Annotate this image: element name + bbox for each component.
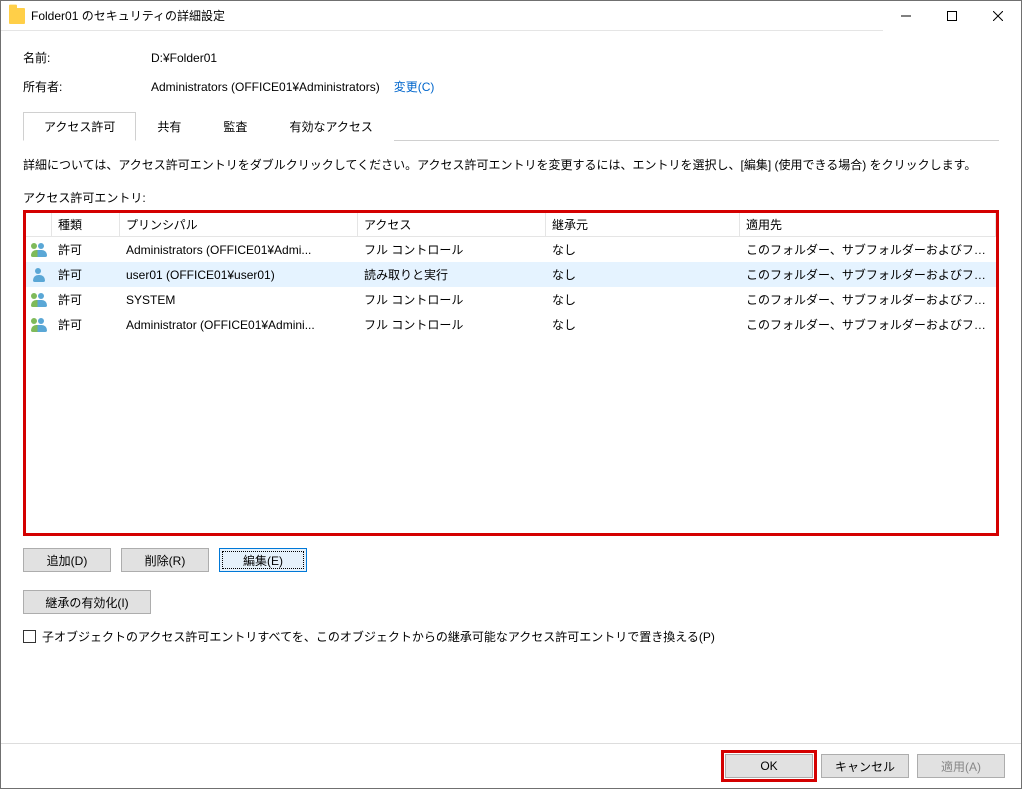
cell-apply: このフォルダー、サブフォルダーおよびファ... — [740, 316, 996, 333]
header-type[interactable]: 種類 — [52, 213, 120, 236]
owner-value: Administrators (OFFICE01¥Administrators) — [151, 80, 380, 94]
cell-principal: Administrators (OFFICE01¥Admi... — [120, 243, 358, 257]
permission-entries-label: アクセス許可エントリ: — [23, 189, 999, 206]
cell-principal: Administrator (OFFICE01¥Admini... — [120, 318, 358, 332]
maximize-icon — [947, 11, 957, 21]
table-row[interactable]: 許可 Administrators (OFFICE01¥Admi... フル コ… — [26, 237, 996, 262]
cell-access: 読み取りと実行 — [358, 266, 546, 283]
apply-button[interactable]: 適用(A) — [917, 754, 1005, 778]
tab-permissions[interactable]: アクセス許可 — [23, 112, 136, 141]
owner-label: 所有者: — [23, 78, 151, 95]
window-title: Folder01 のセキュリティの詳細設定 — [31, 7, 225, 24]
tab-effective-access[interactable]: 有効なアクセス — [268, 112, 393, 141]
cancel-button[interactable]: キャンセル — [821, 754, 909, 778]
table-row[interactable]: 許可 Administrator (OFFICE01¥Admini... フル … — [26, 312, 996, 337]
cell-principal: user01 (OFFICE01¥user01) — [120, 268, 358, 282]
permission-entries-list[interactable]: 種類 プリンシパル アクセス 継承元 適用先 許可 Administrators… — [23, 210, 999, 536]
cell-type: 許可 — [52, 291, 120, 308]
ok-button[interactable]: OK — [725, 754, 813, 778]
cell-apply: このフォルダー、サブフォルダーおよびファ... — [740, 291, 996, 308]
titlebar: Folder01 のセキュリティの詳細設定 — [1, 1, 1021, 31]
table-row[interactable]: 許可 user01 (OFFICE01¥user01) 読み取りと実行 なし こ… — [26, 262, 996, 287]
cell-type: 許可 — [52, 241, 120, 258]
cell-access: フル コントロール — [358, 291, 546, 308]
group-icon — [31, 243, 47, 257]
header-apply[interactable]: 適用先 — [740, 213, 996, 236]
maximize-button[interactable] — [929, 1, 975, 31]
cell-type: 許可 — [52, 266, 120, 283]
change-owner-link[interactable]: 変更(C) — [394, 78, 435, 95]
replace-child-permissions-checkbox[interactable] — [23, 630, 36, 643]
close-icon — [993, 11, 1003, 21]
group-icon — [31, 293, 47, 307]
cell-apply: このフォルダー、サブフォルダーおよびファ... — [740, 241, 996, 258]
minimize-button[interactable] — [883, 1, 929, 31]
description-text: 詳細については、アクセス許可エントリをダブルクリックしてください。アクセス許可エ… — [23, 155, 999, 175]
replace-child-permissions-label: 子オブジェクトのアクセス許可エントリすべてを、このオブジェクトからの継承可能なア… — [42, 628, 715, 645]
header-access[interactable]: アクセス — [358, 213, 546, 236]
name-value: D:¥Folder01 — [151, 51, 217, 65]
cell-inherit: なし — [546, 316, 740, 333]
list-header-row: 種類 プリンシパル アクセス 継承元 適用先 — [26, 213, 996, 237]
user-icon — [31, 268, 47, 282]
tab-audit[interactable]: 監査 — [202, 112, 268, 141]
cell-type: 許可 — [52, 316, 120, 333]
header-inherit[interactable]: 継承元 — [546, 213, 740, 236]
remove-button[interactable]: 削除(R) — [121, 548, 209, 572]
cell-inherit: なし — [546, 241, 740, 258]
tab-share[interactable]: 共有 — [136, 112, 202, 141]
cell-apply: このフォルダー、サブフォルダーおよびファ... — [740, 266, 996, 283]
cell-access: フル コントロール — [358, 241, 546, 258]
cell-inherit: なし — [546, 291, 740, 308]
enable-inheritance-button[interactable]: 継承の有効化(I) — [23, 590, 151, 614]
table-row[interactable]: 許可 SYSTEM フル コントロール なし このフォルダー、サブフォルダーおよ… — [26, 287, 996, 312]
cell-principal: SYSTEM — [120, 293, 358, 307]
dialog-footer: OK キャンセル 適用(A) — [1, 743, 1021, 788]
minimize-icon — [901, 11, 911, 21]
add-button[interactable]: 追加(D) — [23, 548, 111, 572]
advanced-security-window: Folder01 のセキュリティの詳細設定 名前: D:¥Folder01 所有… — [0, 0, 1022, 789]
name-label: 名前: — [23, 49, 151, 66]
cell-access: フル コントロール — [358, 316, 546, 333]
header-icon[interactable] — [26, 213, 52, 236]
tabs: アクセス許可 共有 監査 有効なアクセス — [23, 111, 999, 141]
folder-icon — [9, 8, 25, 24]
cell-inherit: なし — [546, 266, 740, 283]
group-icon — [31, 318, 47, 332]
header-principal[interactable]: プリンシパル — [120, 213, 358, 236]
edit-button[interactable]: 編集(E) — [219, 548, 307, 572]
close-button[interactable] — [975, 1, 1021, 31]
